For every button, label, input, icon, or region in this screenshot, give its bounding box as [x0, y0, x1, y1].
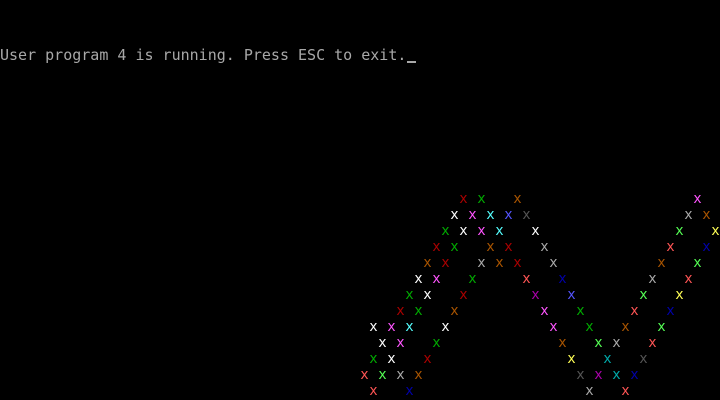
x-glyph: x — [450, 239, 459, 255]
x-glyph: x — [657, 255, 666, 271]
x-glyph: x — [459, 223, 468, 239]
x-glyph: x — [522, 207, 531, 223]
x-glyph: x — [450, 207, 459, 223]
x-glyph: x — [378, 367, 387, 383]
x-glyph: x — [675, 287, 684, 303]
x-glyph: x — [702, 239, 711, 255]
x-glyph: x — [594, 367, 603, 383]
x-glyph: x — [612, 335, 621, 351]
x-glyph: x — [702, 207, 711, 223]
x-glyph: x — [423, 287, 432, 303]
x-glyph: x — [531, 287, 540, 303]
x-glyph: x — [396, 335, 405, 351]
x-glyph: x — [675, 223, 684, 239]
x-glyph: x — [639, 351, 648, 367]
x-glyph: x — [684, 271, 693, 287]
x-glyph: x — [378, 335, 387, 351]
x-glyph: x — [477, 191, 486, 207]
x-glyph: x — [477, 223, 486, 239]
x-glyph: x — [585, 383, 594, 399]
x-glyph: x — [360, 367, 369, 383]
x-glyph: x — [405, 319, 414, 335]
x-glyph: x — [423, 351, 432, 367]
x-glyph: x — [621, 383, 630, 399]
x-glyph: x — [648, 335, 657, 351]
x-glyph: x — [513, 191, 522, 207]
dos-screen: User program 4 is running. Press ESC to … — [0, 0, 720, 400]
x-glyph: x — [666, 303, 675, 319]
x-glyph: x — [639, 287, 648, 303]
x-glyph: x — [684, 207, 693, 223]
x-glyph: x — [432, 335, 441, 351]
x-glyph: x — [603, 351, 612, 367]
x-glyph: x — [414, 271, 423, 287]
x-pattern-canvas: xxxxxxxxxxxxxxxxxxxxxxxxxxxxxxxxxxxxxxxx… — [0, 0, 720, 400]
x-glyph: x — [450, 303, 459, 319]
x-glyph: x — [369, 319, 378, 335]
x-glyph: x — [396, 303, 405, 319]
x-glyph: x — [612, 367, 621, 383]
x-glyph: x — [369, 351, 378, 367]
x-glyph: x — [693, 255, 702, 271]
x-glyph: x — [441, 223, 450, 239]
x-glyph: x — [522, 271, 531, 287]
x-glyph: x — [495, 223, 504, 239]
x-glyph: x — [486, 207, 495, 223]
x-glyph: x — [549, 255, 558, 271]
x-glyph: x — [468, 271, 477, 287]
x-glyph: x — [504, 239, 513, 255]
x-glyph: x — [558, 335, 567, 351]
x-glyph: x — [441, 255, 450, 271]
x-glyph: x — [495, 255, 504, 271]
x-glyph: x — [369, 383, 378, 399]
x-glyph: x — [567, 287, 576, 303]
x-glyph: x — [711, 223, 720, 239]
x-glyph: x — [432, 271, 441, 287]
x-glyph: x — [576, 367, 585, 383]
x-glyph: x — [504, 207, 513, 223]
x-glyph: x — [423, 255, 432, 271]
x-glyph: x — [648, 271, 657, 287]
x-glyph: x — [621, 319, 630, 335]
x-glyph: x — [594, 335, 603, 351]
x-glyph: x — [459, 191, 468, 207]
x-glyph: x — [387, 351, 396, 367]
x-glyph: x — [405, 383, 414, 399]
x-glyph: x — [414, 303, 423, 319]
x-glyph: x — [657, 319, 666, 335]
x-glyph: x — [540, 303, 549, 319]
x-glyph: x — [666, 239, 675, 255]
x-glyph: x — [387, 319, 396, 335]
x-glyph: x — [477, 255, 486, 271]
x-glyph: x — [405, 287, 414, 303]
x-glyph: x — [513, 255, 522, 271]
x-glyph: x — [459, 287, 468, 303]
x-glyph: x — [468, 207, 477, 223]
x-glyph: x — [432, 239, 441, 255]
x-glyph: x — [396, 367, 405, 383]
x-glyph: x — [531, 223, 540, 239]
x-glyph: x — [414, 367, 423, 383]
x-glyph: x — [567, 351, 576, 367]
x-glyph: x — [576, 303, 585, 319]
x-glyph: x — [486, 239, 495, 255]
x-glyph: x — [558, 271, 567, 287]
x-glyph: x — [630, 303, 639, 319]
x-glyph: x — [693, 191, 702, 207]
x-glyph: x — [585, 319, 594, 335]
x-glyph: x — [549, 319, 558, 335]
x-glyph: x — [441, 319, 450, 335]
x-glyph: x — [540, 239, 549, 255]
x-glyph: x — [630, 367, 639, 383]
